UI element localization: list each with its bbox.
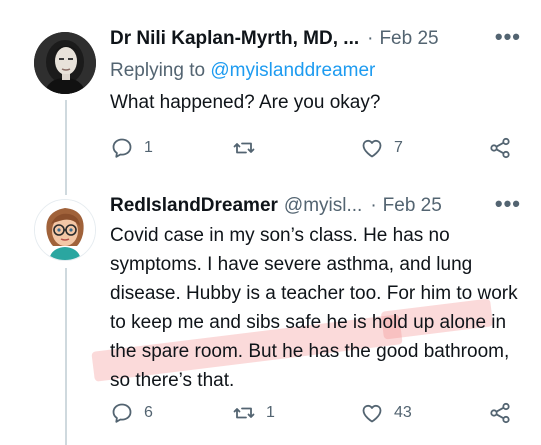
more-icon[interactable]: ••• [495,191,521,217]
reply-count: 6 [144,404,153,421]
like-button[interactable]: 7 [360,133,403,163]
tweet-text: What happened? Are you okay? [110,92,381,113]
like-count: 43 [394,404,412,421]
separator-dot: · [370,195,377,216]
separator-dot: · [367,28,374,49]
retweet-button[interactable]: 1 [232,398,275,428]
tweet-header: Dr Nili Kaplan-Myrth, MD, ... · Feb 25 •… [110,24,521,50]
avatar[interactable] [34,32,96,94]
share-button[interactable] [488,398,512,428]
share-button[interactable] [488,133,512,163]
like-icon [362,404,382,423]
tweet-header: RedIslandDreamer @myisl... · Feb 25 ••• [110,191,521,217]
tweet-date[interactable]: Feb 25 [379,28,438,50]
author-name[interactable]: RedIslandDreamer [110,195,278,217]
retweet-button[interactable] [232,133,266,163]
replying-prefix: Replying to [110,60,206,81]
reply-button[interactable]: 1 [110,133,153,163]
share-icon [490,402,510,424]
reply-icon [112,403,132,423]
tweet-reply-kaplan-myrth[interactable]: Dr Nili Kaplan-Myrth, MD, ... · Feb 25 •… [0,0,541,185]
like-icon [362,139,382,158]
tweet-text: Covid case in my son’s class. He has no … [110,225,518,391]
tweet-date[interactable]: Feb 25 [383,195,442,217]
retweet-icon [233,142,255,154]
more-icon[interactable]: ••• [495,24,521,50]
avatar[interactable] [34,199,96,261]
tweet-redislanddreamer[interactable]: RedIslandDreamer @myisl... · Feb 25 ••• … [0,185,541,445]
tweet-actions: 1 7 [110,133,526,163]
retweet-icon [233,407,255,419]
replying-to: Replying to @myislanddreamer [110,60,375,82]
like-count: 7 [394,139,403,156]
author-handle[interactable]: @myisl... [284,195,362,217]
replying-mention-link[interactable]: @myislanddreamer [210,60,375,81]
retweet-count: 1 [266,404,275,421]
reply-button[interactable]: 6 [110,398,153,428]
reply-count: 1 [144,139,153,156]
author-name[interactable]: Dr Nili Kaplan-Myrth, MD, ... [110,28,359,50]
share-icon [490,137,510,159]
cartoon-avatar-icon [35,200,95,260]
reply-icon [112,138,132,158]
like-button[interactable]: 43 [360,398,412,428]
tweet-actions: 6 1 43 [110,398,526,428]
profile-photo-icon [34,32,96,94]
